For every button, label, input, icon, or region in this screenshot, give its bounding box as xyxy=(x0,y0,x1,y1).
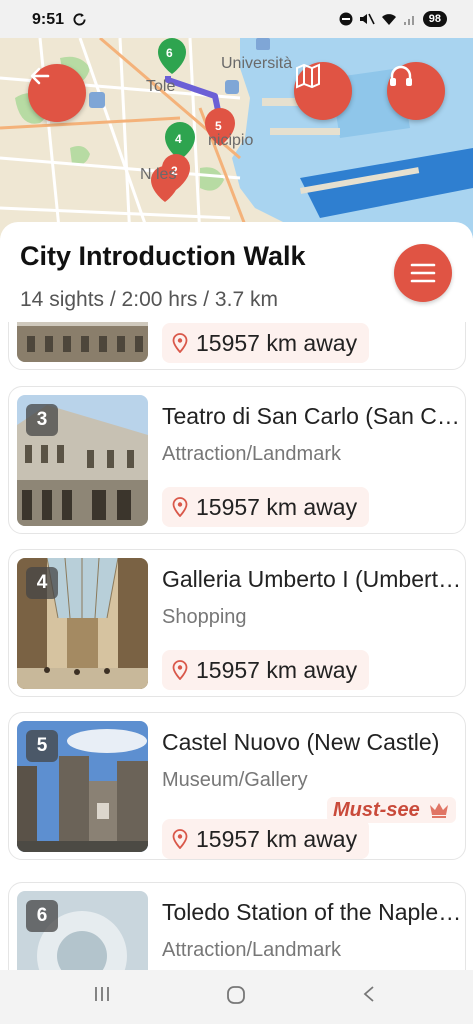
sight-card[interactable]: 4 Galleria Umberto I (Umberto I Gallery)… xyxy=(8,549,466,697)
status-bar: 9:51 98 xyxy=(0,0,473,38)
map-label-universita: Università xyxy=(221,55,293,72)
svg-text:5: 5 xyxy=(215,119,222,133)
sights-list[interactable]: 15957 km away 3 Teatro di San Carlo (San… xyxy=(0,322,473,970)
battery-indicator: 98 xyxy=(422,11,447,27)
sight-thumbnail: 4 xyxy=(17,558,148,689)
sight-thumbnail xyxy=(17,322,148,362)
tour-title: City Introduction Walk xyxy=(20,241,306,271)
sight-title: Toledo Station of the Naples Metro xyxy=(162,899,462,925)
tour-summary: 14 sights / 2:00 hrs / 3.7 km xyxy=(20,288,278,311)
distance-text: 15957 km away xyxy=(196,825,358,852)
headphones-icon xyxy=(390,65,412,86)
location-pin-icon xyxy=(172,660,188,680)
sight-card[interactable]: 5 Castel Nuovo (New Castle) Museum/Galle… xyxy=(8,712,466,860)
audio-button[interactable] xyxy=(387,62,445,120)
map-icon xyxy=(296,63,320,89)
distance-chip: 15957 km away xyxy=(162,819,370,859)
distance-chip: 15957 km away xyxy=(162,650,370,690)
sight-thumbnail: 5 xyxy=(17,721,148,852)
svg-text:4: 4 xyxy=(175,132,182,146)
location-pin-icon xyxy=(172,333,188,353)
map-label-toledo: Tole xyxy=(146,78,176,95)
sight-thumbnail: 6 xyxy=(17,891,148,970)
svg-text:6: 6 xyxy=(166,46,173,60)
home-icon[interactable] xyxy=(225,984,247,1006)
sight-number: 3 xyxy=(26,404,58,436)
recent-apps-icon[interactable] xyxy=(92,984,112,1004)
sync-icon xyxy=(73,13,86,26)
sight-number: 5 xyxy=(26,730,58,762)
map-view-button[interactable] xyxy=(294,62,352,120)
sight-card[interactable]: 3 Teatro di San Carlo (San Carlo Theatre… xyxy=(8,386,466,534)
distance-chip: 15957 km away xyxy=(162,487,370,527)
wifi-icon xyxy=(381,14,396,25)
sight-card[interactable]: 15957 km away xyxy=(8,322,466,370)
distance-text: 15957 km away xyxy=(196,656,358,683)
status-time: 9:51 xyxy=(32,11,65,28)
signal-icon xyxy=(403,16,414,25)
sight-category: Attraction/Landmark xyxy=(162,443,341,465)
system-icons: 98 xyxy=(339,11,447,27)
menu-button[interactable] xyxy=(394,244,452,302)
sight-thumbnail: 3 xyxy=(17,395,148,526)
crown-icon xyxy=(429,803,448,818)
back-button[interactable] xyxy=(28,64,86,122)
location-pin-icon xyxy=(172,829,188,849)
do-not-disturb-icon xyxy=(339,12,353,26)
route-map[interactable]: 6 4 5 2 Università Tole nicipio N les xyxy=(0,38,473,238)
sight-category: Museum/Gallery xyxy=(162,769,308,791)
sight-category: Attraction/Landmark xyxy=(162,939,341,961)
sight-card[interactable]: 6 Toledo Station of the Naples Metro Att… xyxy=(8,882,466,970)
system-navigation-bar xyxy=(0,970,473,1024)
mute-icon xyxy=(359,13,375,25)
sight-number: 4 xyxy=(26,567,58,599)
distance-chip: 15957 km away xyxy=(162,323,370,363)
sight-title: Galleria Umberto I (Umberto I Gallery) xyxy=(162,566,462,592)
sight-title: Castel Nuovo (New Castle) xyxy=(162,729,440,755)
map-label-napoli: N les xyxy=(140,166,177,183)
distance-text: 15957 km away xyxy=(196,329,358,356)
sight-number: 6 xyxy=(26,900,58,932)
sight-title: Teatro di San Carlo (San Carlo Theatre) xyxy=(162,403,462,429)
location-pin-icon xyxy=(172,497,188,517)
sight-category: Shopping xyxy=(162,606,247,628)
back-arrow-icon xyxy=(30,67,50,85)
distance-text: 15957 km away xyxy=(196,493,358,520)
map-label-municipio: nicipio xyxy=(208,132,254,149)
hamburger-icon xyxy=(410,263,436,283)
back-icon[interactable] xyxy=(360,984,378,1004)
